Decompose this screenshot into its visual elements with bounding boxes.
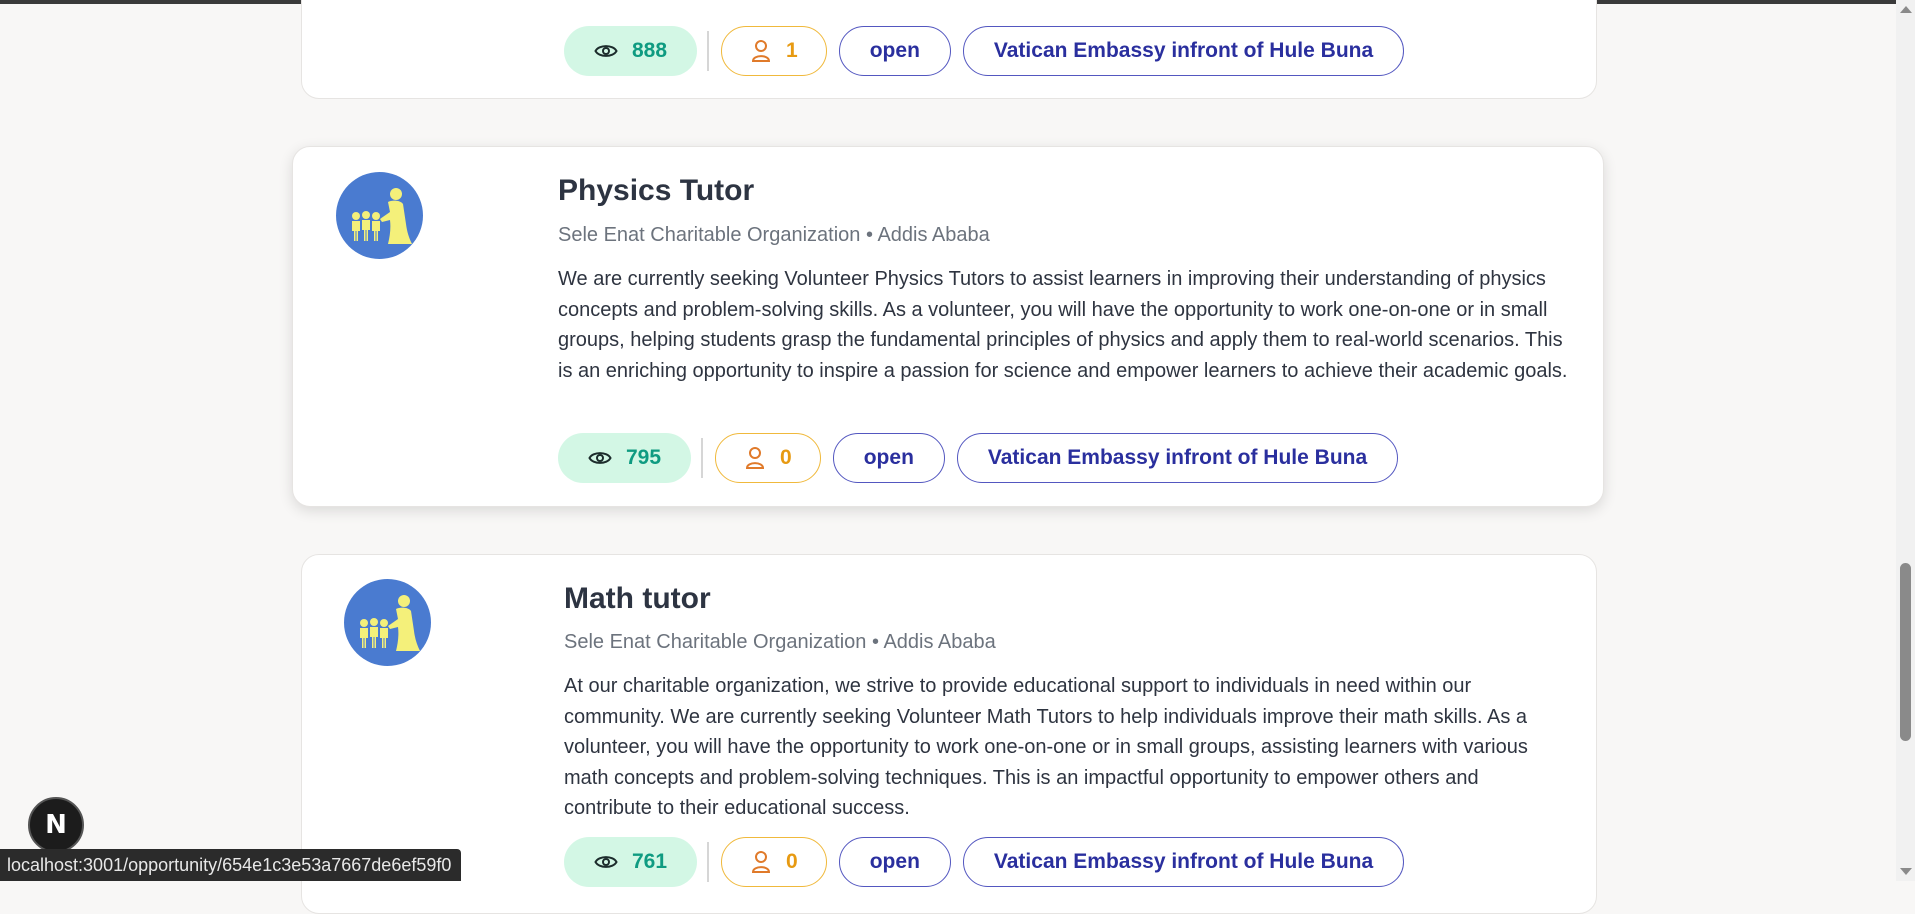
location-badge[interactable]: Vatican Embassy infront of Hule Buna (962, 837, 1405, 887)
applicants-count: 1 (786, 39, 798, 62)
location-badge[interactable]: Vatican Embassy infront of Hule Buna (962, 26, 1405, 76)
scroll-up-icon[interactable] (1900, 6, 1912, 13)
meta-separator: • (865, 224, 873, 246)
divider (701, 438, 704, 478)
applicants-badge: 0 (721, 837, 827, 887)
views-badge: 795 (558, 433, 692, 483)
divider (707, 31, 710, 71)
organization-logo (344, 579, 431, 666)
eye-icon (594, 850, 618, 874)
city-name: Addis Ababa (883, 631, 996, 653)
status-badge[interactable]: open (838, 837, 951, 887)
scroll-down-icon[interactable] (1900, 868, 1912, 875)
person-icon (750, 39, 772, 63)
person-icon (750, 850, 772, 874)
opportunity-title[interactable]: Math tutor (564, 582, 711, 616)
nextjs-dev-badge[interactable]: N (28, 797, 84, 853)
opportunity-meta: Sele Enat Charitable Organization • Addi… (564, 631, 996, 654)
vertical-scrollbar[interactable] (1896, 0, 1915, 881)
card-math-stats: 761 0 open Vatican Embassy infront of Hu… (564, 837, 1416, 887)
views-count: 761 (632, 850, 668, 873)
status-badge[interactable]: open (838, 26, 951, 76)
person-icon (744, 446, 766, 470)
applicants-badge: 0 (715, 433, 821, 483)
organization-logo (336, 172, 423, 259)
location-badge[interactable]: Vatican Embassy infront of Hule Buna (956, 433, 1399, 483)
opportunity-description: At our charitable organization, we striv… (564, 675, 1528, 819)
organization-name: Sele Enat Charitable Organization (564, 631, 867, 653)
views-badge: 888 (564, 26, 698, 76)
eye-icon (594, 39, 618, 63)
eye-icon (588, 446, 612, 470)
city-name: Addis Ababa (877, 224, 990, 246)
views-badge: 761 (564, 837, 698, 887)
opportunity-meta: Sele Enat Charitable Organization • Addi… (558, 224, 990, 247)
organization-name: Sele Enat Charitable Organization (558, 224, 861, 246)
divider (707, 842, 710, 882)
card-previous-stats: 888 1 open Vatican Embassy infront of Hu… (564, 26, 1416, 76)
views-count: 795 (626, 446, 662, 469)
opportunity-description: We are currently seeking Volunteer Physi… (558, 268, 1568, 382)
scrollbar-thumb[interactable] (1900, 563, 1911, 741)
status-badge[interactable]: open (832, 433, 945, 483)
card-physics-stats: 795 0 open Vatican Embassy infront of Hu… (558, 433, 1410, 483)
views-count: 888 (632, 39, 668, 62)
meta-separator: • (871, 631, 879, 653)
applicants-count: 0 (780, 446, 792, 469)
opportunity-title[interactable]: Physics Tutor (558, 174, 754, 208)
applicants-count: 0 (786, 850, 798, 873)
link-preview-status-bar: localhost:3001/opportunity/654e1c3e53a76… (0, 849, 462, 881)
applicants-badge: 1 (721, 26, 827, 76)
